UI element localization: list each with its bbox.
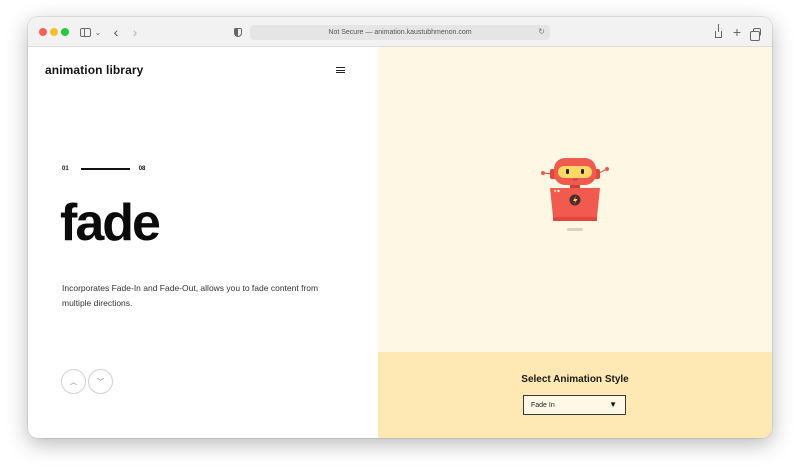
chevron-up-icon: ︿ <box>70 378 77 386</box>
maximize-window-button[interactable] <box>61 28 69 36</box>
chevron-down-icon: ﹀ <box>97 378 104 386</box>
selected-option-label: Fade In <box>531 401 555 409</box>
counter-total: 08 <box>138 166 146 172</box>
page-title: fade <box>60 194 161 252</box>
hamburger-menu-icon[interactable] <box>336 67 346 74</box>
left-column: animation library 01 08 fade Incorporate… <box>28 47 378 438</box>
chevron-down-icon[interactable]: ⌄ <box>94 25 102 39</box>
back-button[interactable]: ‹ <box>110 24 122 40</box>
reload-icon[interactable]: ↻ <box>538 27 545 36</box>
dropdown-arrow-icon: ▼ <box>609 400 617 409</box>
slide-counter: 01 08 <box>62 165 145 173</box>
next-slide-button[interactable]: ﹀ <box>88 369 113 394</box>
animation-stage <box>378 47 772 352</box>
forward-button[interactable]: › <box>129 24 141 40</box>
robot-illustration <box>541 158 609 231</box>
previous-slide-button[interactable]: ︿ <box>61 369 86 394</box>
address-text: Not Secure — animation.kaustubhmenon.com <box>328 29 472 36</box>
animation-style-panel: Select Animation Style Fade In ▼ <box>378 352 772 438</box>
tab-overview-icon[interactable] <box>750 25 763 41</box>
panel-title: Select Animation Style <box>521 374 629 385</box>
browser-window: ⌄ ‹ › Not Secure — animation.kaustubhmen… <box>28 17 772 438</box>
page-description: Incorporates Fade-In and Fade-Out, allow… <box>62 283 319 308</box>
counter-progress-line <box>80 168 130 170</box>
counter-current: 01 <box>62 166 69 172</box>
new-tab-button[interactable]: + <box>731 24 743 40</box>
sidebar-icon[interactable] <box>79 25 91 39</box>
minimize-window-button[interactable] <box>50 28 58 36</box>
animation-style-select[interactable]: Fade In ▼ <box>523 395 626 415</box>
site-brand[interactable]: animation library <box>45 63 143 77</box>
close-window-button[interactable] <box>39 28 47 36</box>
right-column: Select Animation Style Fade In ▼ <box>378 47 772 438</box>
share-icon[interactable] <box>712 23 724 39</box>
address-bar[interactable]: Not Secure — animation.kaustubhmenon.com… <box>250 25 550 40</box>
browser-toolbar: ⌄ ‹ › Not Secure — animation.kaustubhmen… <box>28 17 772 47</box>
page-content: animation library 01 08 fade Incorporate… <box>28 47 772 438</box>
privacy-shield-icon[interactable] <box>233 25 243 39</box>
